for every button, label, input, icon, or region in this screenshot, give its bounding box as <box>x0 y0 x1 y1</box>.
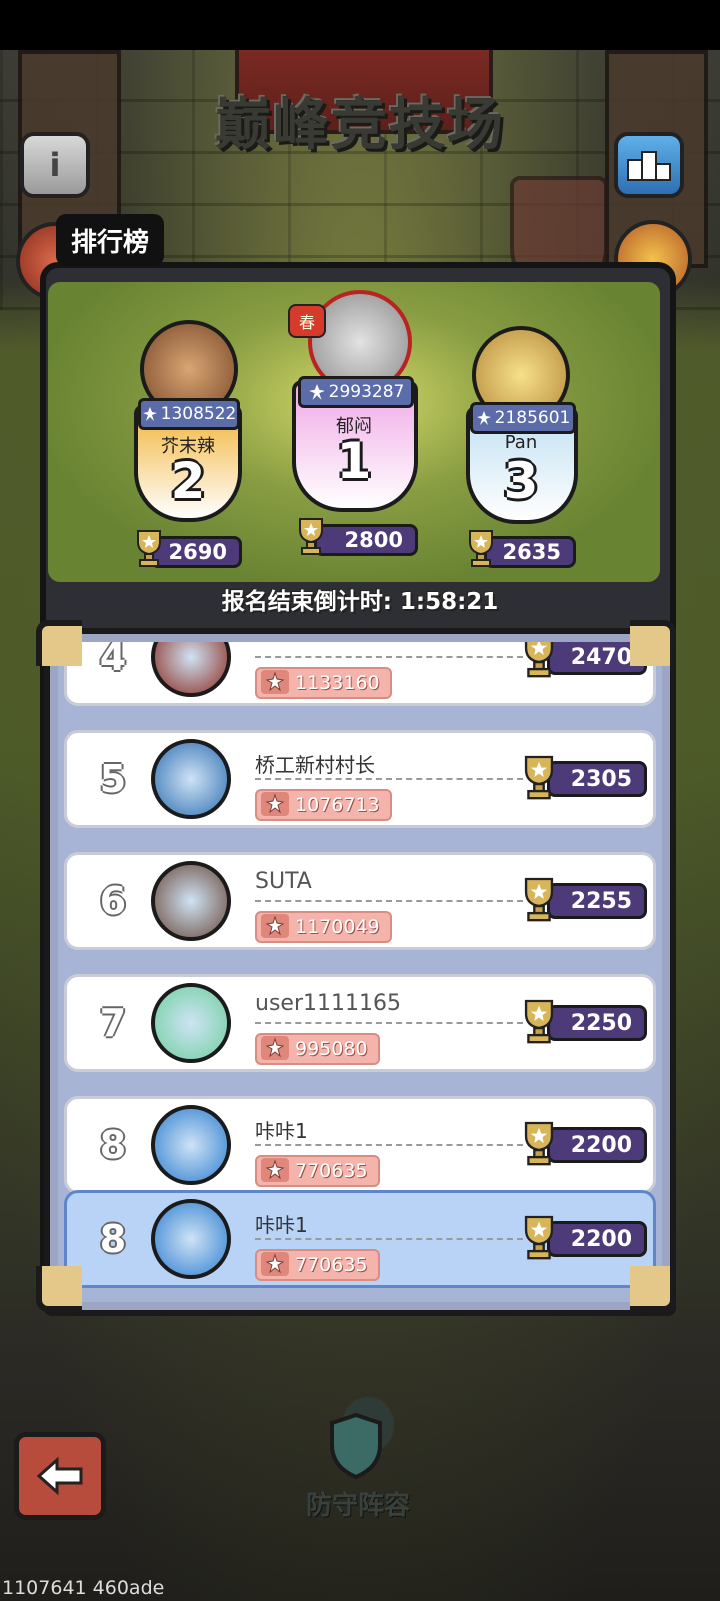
trophy-icon <box>524 642 554 678</box>
list-item[interactable]: 7 user1111165 995080 2250 <box>64 974 656 1072</box>
rank-number: 8 <box>99 1123 127 1167</box>
avatar <box>151 1105 231 1185</box>
frame-corner <box>36 620 82 666</box>
player-name: Pan <box>504 432 538 453</box>
power-icon <box>261 1036 289 1060</box>
defense-lineup-button[interactable]: 防守阵容 <box>288 1395 428 1535</box>
podium-icon <box>627 151 671 181</box>
shield-icon <box>330 1397 394 1480</box>
power-value: 995080 <box>295 1038 368 1060</box>
avatar <box>151 739 231 819</box>
trophy-score: 2255 <box>547 883 647 919</box>
podium-ranking-button[interactable] <box>614 132 684 198</box>
spring-badge: 春 <box>288 304 326 338</box>
trophy-score: 2800 <box>314 524 418 556</box>
defense-lineup-label: 防守阵容 <box>305 1491 410 1521</box>
trophy-score: 2250 <box>547 1005 647 1041</box>
frame-corner <box>630 1266 676 1312</box>
signup-countdown: 报名结束倒计时: 1:58:21 <box>221 589 499 615</box>
trophy-icon <box>524 877 554 922</box>
power-badge: 2185601 <box>470 402 576 434</box>
power-badge: 1133160 <box>255 667 392 699</box>
rank-number: 8 <box>99 1217 127 1261</box>
avatar <box>151 1199 231 1279</box>
rank-number: 6 <box>99 879 127 923</box>
power-icon <box>261 792 289 816</box>
ranking-tab[interactable]: 排行榜 <box>56 214 164 266</box>
power-value: 2185601 <box>494 408 571 428</box>
trophy-score: 2200 <box>547 1127 647 1163</box>
trophy-score: 2305 <box>547 761 647 797</box>
avatar <box>151 983 231 1063</box>
trophy-icon <box>524 1121 554 1166</box>
power-value: 1308522 <box>160 404 237 424</box>
ranking-list[interactable]: 4 1133160 2470 5 桥工新村村长 1076713 2305 6 SUTA 117… <box>58 642 662 1302</box>
divider <box>255 656 523 658</box>
list-item[interactable]: 8 咔咔1 770635 2200 <box>64 1096 656 1194</box>
power-badge: 770635 <box>255 1249 380 1281</box>
info-button[interactable]: i <box>20 132 90 198</box>
trophy-icon <box>469 530 493 567</box>
back-button[interactable] <box>14 1432 106 1520</box>
power-icon <box>261 914 289 938</box>
player-name: 咔咔1 <box>255 1213 308 1237</box>
trophy-icon <box>299 518 323 555</box>
power-value: 1133160 <box>295 672 380 694</box>
list-item[interactable]: 5 桥工新村村长 1076713 2305 <box>64 730 656 828</box>
power-value: 770635 <box>295 1254 368 1276</box>
power-value: 1076713 <box>295 794 380 816</box>
power-value: 770635 <box>295 1160 368 1182</box>
divider <box>255 900 523 902</box>
player-name: 桥工新村村长 <box>255 753 375 777</box>
trophy-icon <box>524 755 554 800</box>
divider <box>255 1022 523 1024</box>
power-badge: 2993287 <box>298 376 414 408</box>
power-icon <box>142 407 157 421</box>
rank-number: 7 <box>99 1001 127 1045</box>
rank-number: 5 <box>99 757 127 801</box>
trophy-score: 2200 <box>547 1221 647 1257</box>
trophy-icon <box>524 1215 554 1260</box>
power-icon <box>308 384 325 400</box>
page-title: 巅峰竞技场 <box>215 93 505 158</box>
rank-number: 4 <box>99 642 127 679</box>
rank-number: 3 <box>503 452 539 510</box>
rank-number: 1 <box>336 432 372 490</box>
podium-rank-1[interactable]: 春 2993287 郁闷 1 2800 <box>288 290 420 580</box>
player-name: 咔咔1 <box>255 1119 308 1143</box>
power-icon <box>261 670 289 694</box>
power-icon <box>261 1158 289 1182</box>
build-id: 1107641 460ade <box>2 1577 165 1599</box>
ranking-list-frame: 4 1133160 2470 5 桥工新村村长 1076713 2305 6 SUTA 117… <box>44 628 676 1316</box>
status-bar <box>0 0 720 50</box>
power-badge: 1076713 <box>255 789 392 821</box>
divider <box>255 778 523 780</box>
power-badge: 1308522 <box>138 398 240 430</box>
power-badge: 770635 <box>255 1155 380 1187</box>
trophy-icon <box>137 530 161 567</box>
rank-number: 2 <box>170 452 206 510</box>
divider <box>255 1238 523 1240</box>
list-item[interactable]: 6 SUTA 1170049 2255 <box>64 852 656 950</box>
power-icon <box>476 411 491 425</box>
list-item[interactable]: 4 1133160 2470 <box>64 642 656 706</box>
power-badge: 1170049 <box>255 911 392 943</box>
info-icon: i <box>49 146 61 184</box>
avatar <box>151 861 231 941</box>
trophy-icon <box>524 999 554 1044</box>
my-rank-row[interactable]: 8 咔咔1 770635 2200 <box>64 1190 656 1288</box>
frame-corner <box>36 1266 82 1312</box>
player-name: SUTA <box>255 869 312 894</box>
power-badge: 995080 <box>255 1033 380 1065</box>
frame-corner <box>630 620 676 666</box>
power-value: 1170049 <box>295 916 380 938</box>
podium-rank-2[interactable]: 1308522 芥末辣 2 2690 <box>130 320 246 580</box>
player-name: user1111165 <box>255 991 401 1016</box>
podium-rank-3[interactable]: 2185601 Pan 3 2635 <box>462 326 580 580</box>
divider <box>255 1144 523 1146</box>
avatar <box>151 642 231 697</box>
back-arrow-icon <box>36 1456 83 1496</box>
power-value: 2993287 <box>328 382 405 402</box>
power-icon <box>261 1252 289 1276</box>
